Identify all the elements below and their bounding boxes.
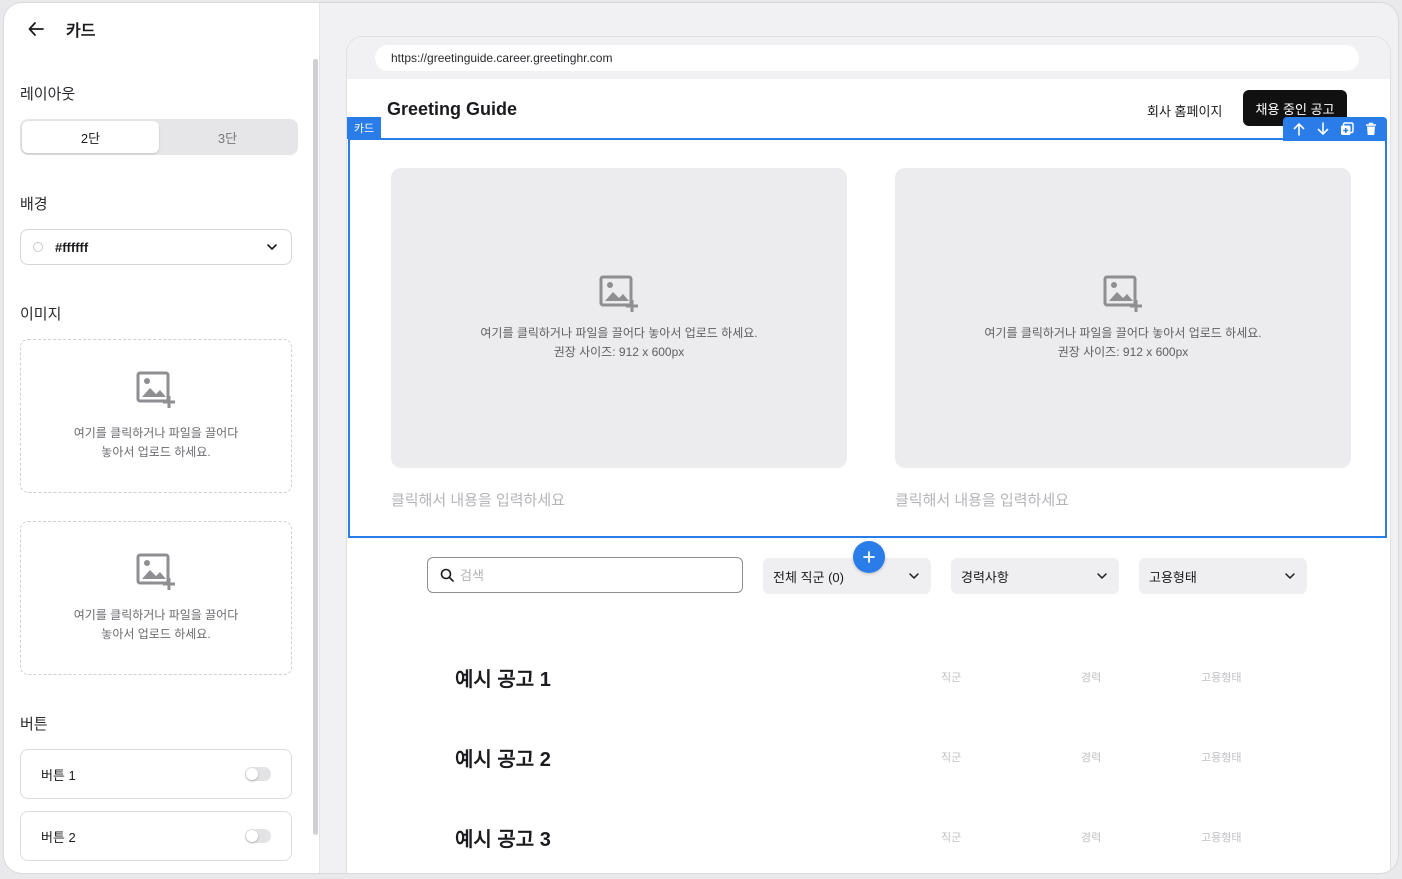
image-upload-2[interactable]: 여기를 클릭하거나 파일을 끌어다 놓아서 업로드 하세요. bbox=[20, 521, 292, 675]
slot-hint: 여기를 클릭하거나 파일을 끌어다 놓아서 업로드 하세요. 권장 사이즈: 9… bbox=[480, 324, 757, 362]
panel-header: 카드 bbox=[24, 17, 95, 41]
filter-career[interactable]: 경력사항 bbox=[951, 558, 1119, 594]
job-search bbox=[427, 557, 743, 593]
add-block-button[interactable] bbox=[853, 541, 885, 573]
job-category: 직군 bbox=[941, 832, 962, 844]
browser-bar: https://greetinguide.career.greetinghr.c… bbox=[347, 37, 1390, 79]
filter-career-label: 경력사항 bbox=[961, 569, 1009, 585]
duplicate-button[interactable] bbox=[1337, 119, 1357, 139]
image-upload-1[interactable]: 여기를 클릭하거나 파일을 끌어다 놓아서 업로드 하세요. bbox=[20, 339, 292, 493]
slot-hint-line2: 권장 사이즈: 912 x 600px bbox=[1057, 345, 1189, 359]
button-1-label: 버튼 1 bbox=[41, 767, 76, 783]
color-swatch bbox=[33, 242, 43, 252]
arrow-down-icon bbox=[1317, 122, 1329, 135]
filter-category[interactable]: 전체 직군 (0) bbox=[763, 558, 931, 594]
move-down-button[interactable] bbox=[1313, 119, 1333, 139]
background-color-value: #ffffff bbox=[55, 239, 89, 255]
button-1-toggle[interactable] bbox=[245, 767, 271, 781]
image-add-icon bbox=[136, 553, 175, 590]
slot-hint-line1: 여기를 클릭하거나 파일을 끌어다 놓아서 업로드 하세요. bbox=[480, 326, 758, 340]
panel-scrollbar[interactable] bbox=[313, 59, 318, 835]
settings-panel: 카드 레이아웃 2단 3단 배경 #ffffff 이미지 여기를 클릭하거나 파… bbox=[4, 3, 320, 873]
job-row[interactable]: 예시 공고 3 직군 경력 고용형태 bbox=[347, 823, 1390, 863]
chevron-down-icon bbox=[267, 244, 277, 250]
slot-hint-line2: 권장 사이즈: 912 x 600px bbox=[553, 345, 685, 359]
card-text-input-1[interactable]: 클릭해서 내용을 입력하세요 bbox=[391, 489, 565, 510]
job-row[interactable]: 예시 공고 2 직군 경력 고용형태 bbox=[347, 743, 1390, 783]
upload-hint: 여기를 클릭하거나 파일을 끌어다 놓아서 업로드 하세요. bbox=[74, 424, 239, 462]
upload-hint: 여기를 클릭하거나 파일을 끌어다 놓아서 업로드 하세요. bbox=[74, 606, 239, 644]
trash-icon bbox=[1366, 122, 1376, 135]
job-employment-type: 고용형태 bbox=[1201, 832, 1242, 844]
layout-option-3col[interactable]: 3단 bbox=[159, 121, 296, 153]
image-add-icon bbox=[599, 275, 638, 312]
background-color-select[interactable]: #ffffff bbox=[20, 229, 292, 265]
image-label: 이미지 bbox=[20, 306, 62, 323]
block-toolbar bbox=[1283, 117, 1387, 141]
delete-button[interactable] bbox=[1361, 119, 1381, 139]
image-add-icon bbox=[136, 371, 175, 408]
panel-title: 카드 bbox=[66, 23, 96, 40]
background-label: 배경 bbox=[20, 196, 48, 213]
chevron-down-icon bbox=[909, 573, 919, 579]
page-preview: https://greetinguide.career.greetinghr.c… bbox=[347, 37, 1390, 873]
plus-icon bbox=[863, 551, 875, 563]
card-image-slot-2[interactable]: 여기를 클릭하거나 파일을 끌어다 놓아서 업로드 하세요. 권장 사이즈: 9… bbox=[895, 168, 1351, 468]
card-block-tag: 카드 bbox=[347, 117, 381, 139]
job-career: 경력 bbox=[1081, 672, 1102, 684]
filter-employment-type[interactable]: 고용형태 bbox=[1139, 558, 1307, 594]
button-2-row: 버튼 2 bbox=[20, 811, 292, 861]
card-image-slot-1[interactable]: 여기를 클릭하거나 파일을 끌어다 놓아서 업로드 하세요. 권장 사이즈: 9… bbox=[391, 168, 847, 468]
slot-hint-line1: 여기를 클릭하거나 파일을 끌어다 놓아서 업로드 하세요. bbox=[984, 326, 1262, 340]
upload-hint-line1: 여기를 클릭하거나 파일을 끌어다 bbox=[73, 608, 239, 622]
card-text-input-2[interactable]: 클릭해서 내용을 입력하세요 bbox=[895, 489, 1069, 510]
job-career: 경력 bbox=[1081, 832, 1102, 844]
job-employment-type: 고용형태 bbox=[1201, 752, 1242, 764]
job-career: 경력 bbox=[1081, 752, 1102, 764]
filter-category-label: 전체 직군 (0) bbox=[773, 569, 844, 585]
job-row[interactable]: 예시 공고 1 직군 경력 고용형태 bbox=[347, 663, 1390, 703]
search-icon bbox=[440, 568, 454, 582]
job-category: 직군 bbox=[941, 672, 962, 684]
company-homepage-link[interactable]: 회사 홈페이지 bbox=[1147, 101, 1222, 120]
back-button[interactable] bbox=[24, 17, 48, 41]
image-add-icon bbox=[1103, 275, 1142, 312]
layout-option-2col[interactable]: 2단 bbox=[22, 121, 159, 153]
chevron-down-icon bbox=[1097, 573, 1107, 579]
app-window: 카드 레이아웃 2단 3단 배경 #ffffff 이미지 여기를 클릭하거나 파… bbox=[4, 3, 1398, 873]
search-input[interactable] bbox=[460, 567, 720, 583]
job-title: 예시 공고 1 bbox=[455, 669, 551, 691]
button-2-toggle[interactable] bbox=[245, 829, 271, 843]
move-up-button[interactable] bbox=[1289, 119, 1309, 139]
job-category: 직군 bbox=[941, 752, 962, 764]
upload-hint-line2: 놓아서 업로드 하세요. bbox=[101, 445, 211, 459]
upload-hint-line2: 놓아서 업로드 하세요. bbox=[101, 627, 211, 641]
job-title: 예시 공고 2 bbox=[455, 749, 551, 771]
buttons-label: 버튼 bbox=[20, 716, 48, 733]
chevron-down-icon bbox=[1285, 573, 1295, 579]
upload-hint-line1: 여기를 클릭하거나 파일을 끌어다 bbox=[73, 426, 239, 440]
duplicate-icon bbox=[1341, 122, 1354, 135]
site-title: Greeting Guide bbox=[387, 99, 518, 119]
arrow-left-icon bbox=[28, 22, 44, 36]
arrow-up-icon bbox=[1293, 123, 1305, 136]
url-field: https://greetinguide.career.greetinghr.c… bbox=[375, 45, 1359, 71]
button-2-label: 버튼 2 bbox=[41, 829, 76, 845]
button-1-row: 버튼 1 bbox=[20, 749, 292, 799]
filter-employment-label: 고용형태 bbox=[1149, 569, 1197, 585]
layout-segmented-control: 2단 3단 bbox=[20, 119, 298, 155]
job-title: 예시 공고 3 bbox=[455, 829, 551, 851]
layout-label: 레이아웃 bbox=[20, 86, 76, 103]
slot-hint: 여기를 클릭하거나 파일을 끌어다 놓아서 업로드 하세요. 권장 사이즈: 9… bbox=[984, 324, 1261, 362]
job-employment-type: 고용형태 bbox=[1201, 672, 1242, 684]
